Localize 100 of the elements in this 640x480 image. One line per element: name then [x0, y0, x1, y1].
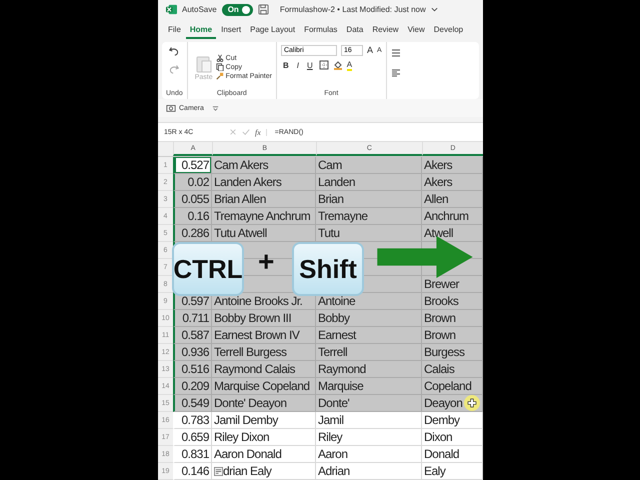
font-style-button[interactable]: B: [280, 60, 291, 70]
ribbon-tab[interactable]: Formulas: [300, 22, 342, 40]
cell-text: 0.02: [188, 175, 209, 190]
ribbon-tab[interactable]: Page Layout: [246, 22, 300, 40]
cell-text: Marquise: [318, 379, 364, 394]
cell-text: Aaron Donald: [214, 447, 282, 462]
cell-text: Jamil Demby: [214, 413, 278, 428]
quick-analysis-icon[interactable]: [214, 466, 223, 476]
cell-text: Demby: [424, 413, 460, 428]
ribbon-tab[interactable]: View: [404, 22, 429, 40]
cell-text: 0.549: [181, 396, 209, 410]
right-arrow-icon: [376, 236, 474, 278]
cell-text: 0.146: [181, 464, 209, 478]
cell-text: Bobby Brown III: [214, 311, 292, 326]
font-style-button[interactable]: U: [304, 60, 315, 70]
font-style-button[interactable]: I: [294, 60, 301, 70]
cell-text: Raymond Calais: [214, 362, 296, 376]
font-color-button[interactable]: A: [346, 60, 352, 71]
cell-text: Brian Allen: [214, 192, 266, 206]
cell-text: Aaron: [318, 447, 348, 462]
ribbon-tab[interactable]: Insert: [217, 22, 246, 40]
cell-text: Tutu Atwell: [214, 226, 267, 240]
cell-text: Tutu: [318, 226, 340, 240]
cell-text: Donald: [424, 447, 460, 462]
document-title[interactable]: Formulashow-2 • Last Modified: Just now: [280, 5, 426, 14]
chevron-down-icon[interactable]: [430, 7, 438, 12]
cell-text: 0.16: [188, 209, 209, 224]
cell-text: Earnest: [318, 328, 356, 342]
cell-text: Donte' Deayon: [214, 396, 287, 410]
undo-icon[interactable]: [168, 44, 180, 57]
cell-text: 0.516: [181, 362, 209, 376]
cell-text: Riley Dixon: [214, 430, 270, 444]
cell-text: 0.783: [181, 413, 209, 428]
keyboard-key: CTRL: [172, 242, 244, 296]
cell-text: Landen Akers: [214, 175, 282, 190]
borders-icon[interactable]: [318, 60, 329, 70]
cell-text: Brown: [424, 311, 456, 326]
check-icon[interactable]: [242, 128, 250, 136]
cell-text: 0.587: [181, 328, 209, 342]
cell-text: 0.597: [181, 294, 209, 308]
cell-text: Atwell: [424, 226, 454, 240]
cell-text: Marquise Copeland: [214, 379, 310, 394]
cell-text: Cam Akers: [214, 158, 268, 172]
cell-text: Dixon: [424, 430, 452, 444]
cell-text: Donte': [318, 396, 350, 410]
save-icon[interactable]: [258, 4, 269, 16]
cell-text: Terrell Burgess: [214, 345, 287, 360]
cell-text: Landen: [318, 175, 356, 190]
paintbrush-icon: [216, 72, 224, 80]
cell-text: Raymond: [318, 362, 366, 376]
cell-text: Brown: [424, 328, 456, 342]
cell-text: Brian: [318, 192, 344, 206]
cell-text: Antoine: [318, 294, 356, 308]
cell-text: 0.831: [181, 447, 209, 462]
ribbon-tab[interactable]: Develop: [430, 22, 468, 40]
cell-text: Earnest Brown IV: [214, 328, 300, 342]
cell-text: Terrell: [318, 345, 348, 360]
cell-text: Calais: [424, 362, 454, 376]
autosave-toggle[interactable]: On: [222, 4, 253, 16]
cell-text: 0.209: [181, 379, 209, 394]
cell-text: Deayon: [424, 396, 462, 410]
cell-text: drian Ealy: [223, 464, 272, 478]
cell-text: Akers: [424, 158, 452, 172]
fill-color-icon[interactable]: [332, 60, 343, 70]
cell-text: Allen: [424, 192, 448, 206]
cell-text: 0.936: [181, 345, 209, 360]
cell-text: Tremayne Anchrum: [214, 209, 310, 224]
autosave-label: AutoSave: [182, 5, 217, 14]
clipboard-icon: [196, 54, 212, 74]
cell-text: 0.527: [181, 158, 209, 172]
align-top-icon[interactable]: [390, 48, 401, 58]
ribbon-tab[interactable]: Review: [368, 22, 403, 40]
cell-text: Ealy: [424, 464, 446, 478]
ribbon-tab[interactable]: Data: [342, 22, 368, 40]
cell-text: 0.286: [181, 226, 209, 240]
ribbon-tab[interactable]: Home: [186, 22, 216, 40]
insert-function-button[interactable]: fx: [255, 128, 261, 137]
camera-icon: [166, 103, 176, 114]
keyboard-key: Shift: [292, 242, 364, 296]
cell-text: Copeland: [424, 379, 472, 394]
grow-font-button[interactable]: A: [366, 45, 373, 56]
plus-sign: +: [258, 248, 274, 276]
cell-text: 0.711: [182, 311, 209, 326]
cell-text: Tremayne: [318, 209, 368, 224]
cell-text: Anchrum: [424, 209, 469, 224]
cell-text: Brewer: [424, 277, 460, 292]
cell-text: Adrian: [318, 464, 350, 478]
excel-logo-icon: [166, 4, 177, 16]
cell-text: Antoine Brooks Jr.: [214, 294, 302, 308]
customize-icon[interactable]: [212, 104, 219, 112]
cell-text: Burgess: [424, 345, 465, 360]
ribbon-tab[interactable]: File: [164, 22, 185, 40]
scissors-icon: [216, 54, 224, 62]
cell-text: Akers: [424, 175, 452, 190]
cell-text: Cam: [318, 158, 342, 172]
cell-text: 0.659: [181, 430, 209, 444]
cell-text: 0.055: [181, 192, 209, 206]
cell-text: Bobby: [318, 311, 350, 326]
cell-text: Riley: [318, 430, 342, 444]
align-left-icon[interactable]: [390, 68, 401, 78]
